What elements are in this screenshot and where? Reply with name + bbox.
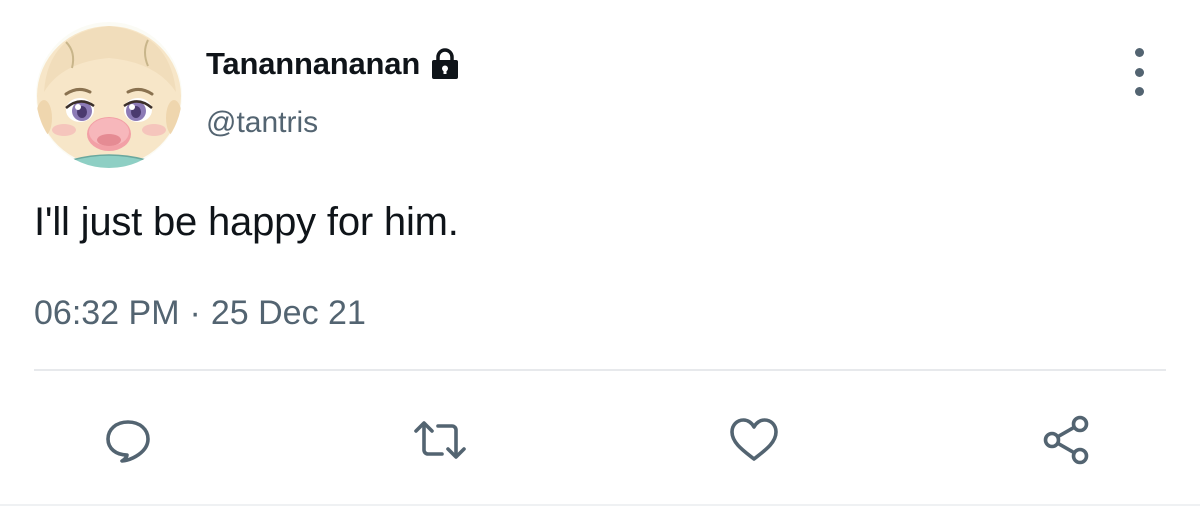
avatar[interactable] — [36, 22, 182, 168]
author-handle[interactable]: @tantris — [206, 106, 318, 140]
tweet-time: 06:32 PM — [34, 294, 180, 332]
more-dot — [1134, 67, 1144, 77]
comment-bubble-icon — [106, 420, 150, 463]
like-button[interactable] — [724, 410, 784, 470]
author-name-row[interactable]: Tanannananan — [206, 44, 460, 84]
more-dot — [1134, 48, 1144, 57]
meta-separator: · — [189, 294, 201, 332]
more-vertical-icon[interactable] — [1124, 48, 1154, 96]
share-icon — [1043, 415, 1089, 465]
heart-icon — [730, 418, 778, 461]
tweet-timestamp[interactable]: 06:32 PM · 25 Dec 21 — [34, 294, 366, 333]
retweet-button[interactable] — [410, 410, 470, 470]
divider — [34, 369, 1166, 371]
reply-button[interactable] — [98, 410, 158, 470]
share-button[interactable] — [1036, 410, 1096, 470]
retweet-icon — [414, 421, 466, 459]
tweet-text: I'll just be happy for him. — [34, 200, 459, 244]
tweet-date: 25 Dec 21 — [210, 294, 366, 332]
tweet-card: Tanannananan @tantris I'll just be happy… — [0, 0, 1200, 524]
bottom-divider — [0, 504, 1200, 506]
display-name[interactable]: Tanannananan — [206, 46, 420, 82]
avatar-image — [36, 22, 182, 168]
lock-icon — [430, 47, 460, 81]
more-dot — [1134, 87, 1144, 96]
